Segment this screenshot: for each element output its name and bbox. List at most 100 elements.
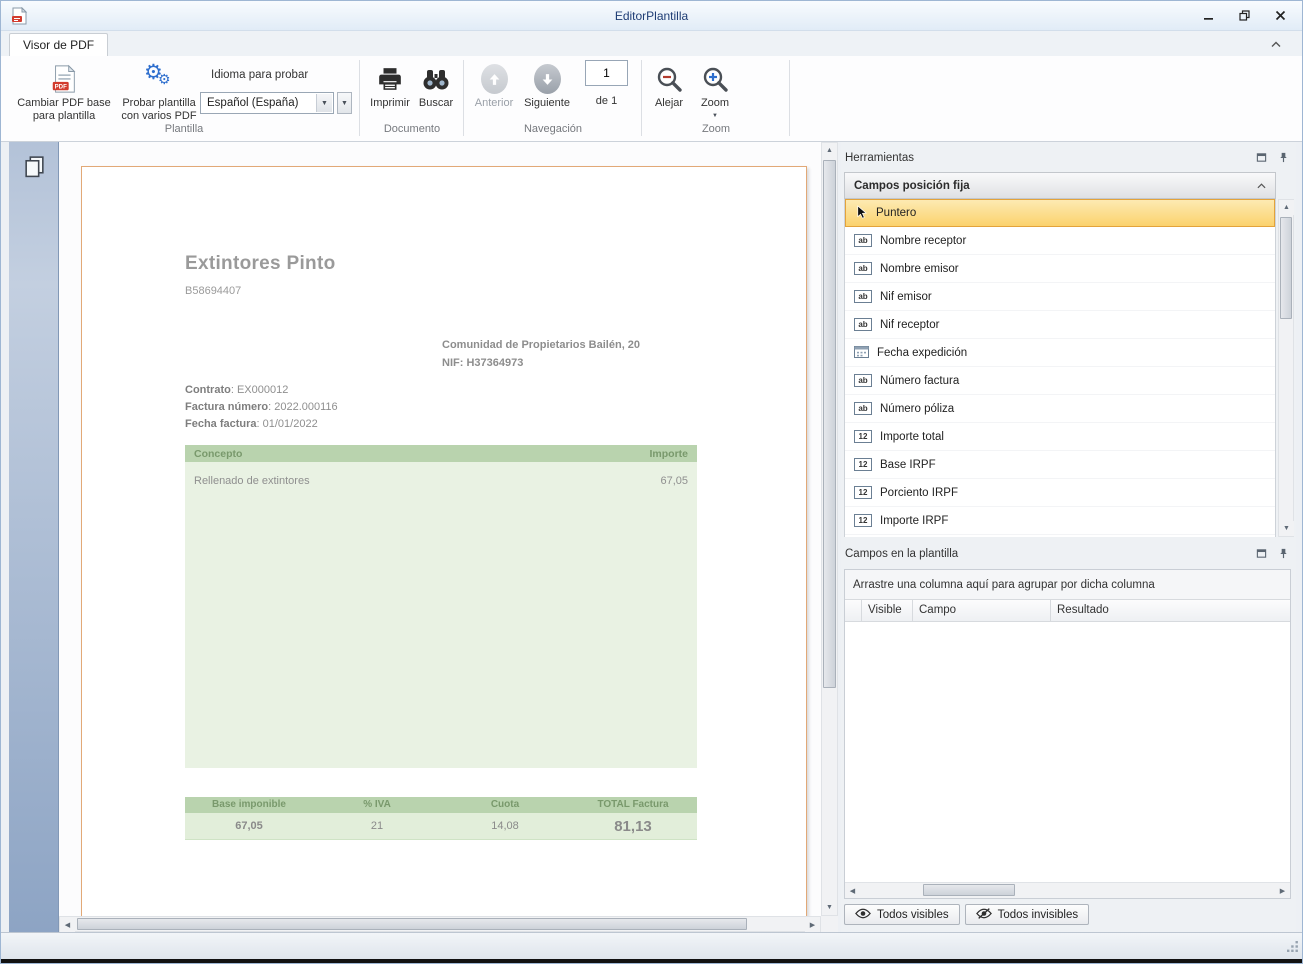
- tool-item-label: Número factura: [880, 375, 959, 387]
- tool-item-label: Base IRPF: [880, 459, 936, 471]
- pdf-canvas[interactable]: Extintores Pinto B58694407 Comunidad de …: [59, 142, 821, 916]
- tool-item-nombre-receptor[interactable]: ab Nombre receptor: [845, 227, 1275, 255]
- pages-icon[interactable]: [22, 154, 47, 182]
- next-page-label: Siguiente: [524, 97, 570, 110]
- page-number-input[interactable]: [585, 60, 628, 86]
- tool-item-nif-emisor[interactable]: ab Nif emisor: [845, 283, 1275, 311]
- tool-item-base-irpf[interactable]: 12 Base IRPF: [845, 451, 1275, 479]
- test-template-button[interactable]: ⚙⚙ Probar plantilla con varios PDF: [113, 59, 205, 125]
- tab-visor-de-pdf[interactable]: Visor de PDF: [9, 33, 108, 56]
- column-header-visible[interactable]: Visible: [862, 600, 913, 621]
- next-page-button[interactable]: Siguiente: [520, 59, 574, 125]
- calendar-icon: [854, 345, 869, 361]
- fields-grid-body[interactable]: [845, 622, 1290, 882]
- print-label: Imprimir: [370, 97, 410, 110]
- thumbnail-strip[interactable]: [9, 142, 59, 932]
- previous-page-label: Anterior: [475, 97, 514, 110]
- pdf-vscroll-thumb[interactable]: [823, 160, 836, 688]
- fields-grid: Arrastre una columna aquí para agrupar p…: [844, 569, 1291, 899]
- tool-item-label: Importe IRPF: [880, 515, 948, 527]
- fields-panel-title: Campos en la plantilla: [845, 544, 958, 564]
- titlebar: EditorPlantilla: [1, 1, 1302, 31]
- scroll-left-icon[interactable]: ◀: [845, 883, 860, 898]
- tool-item-label: Puntero: [876, 207, 916, 219]
- fields-horizontal-scrollbar[interactable]: ◀ ▶: [845, 882, 1290, 898]
- invoice-number-line: Factura número: 2022.000116: [185, 401, 338, 413]
- scroll-left-icon[interactable]: ◀: [60, 917, 75, 932]
- group-label-documento: Documento: [362, 123, 462, 135]
- tools-vscroll-thumb[interactable]: [1280, 217, 1292, 319]
- invoice-totals-header: Base imponible % IVA Cuota TOTAL Factura: [185, 797, 697, 813]
- tool-item-nombre-emisor[interactable]: ab Nombre emisor: [845, 255, 1275, 283]
- scroll-up-icon[interactable]: ▲: [822, 143, 837, 158]
- zoom-out-button[interactable]: Alejar: [646, 59, 692, 125]
- change-base-pdf-label: Cambiar PDF base para plantilla: [14, 97, 114, 123]
- zoom-out-label: Alejar: [655, 97, 683, 110]
- scroll-up-icon[interactable]: ▲: [1279, 200, 1294, 215]
- scroll-down-icon[interactable]: ▼: [1279, 521, 1294, 536]
- tool-item-importe-irpf[interactable]: 12 Importe IRPF: [845, 507, 1275, 535]
- pin-icon[interactable]: [1276, 150, 1290, 164]
- search-button[interactable]: Buscar: [413, 59, 459, 125]
- arrow-up-circle-icon: [481, 64, 508, 94]
- all-visible-label: Todos visibles: [877, 909, 949, 921]
- zoom-label: Zoom: [701, 97, 729, 110]
- tool-item-numero-factura[interactable]: ab Número factura: [845, 367, 1275, 395]
- ribbon-collapse-icon[interactable]: [1266, 37, 1286, 51]
- group-separator: [641, 60, 642, 136]
- pdf-page[interactable]: Extintores Pinto B58694407 Comunidad de …: [81, 166, 807, 916]
- scroll-right-icon[interactable]: ▶: [805, 917, 820, 932]
- tool-item-nif-receptor[interactable]: ab Nif receptor: [845, 311, 1275, 339]
- minimize-button[interactable]: [1196, 6, 1220, 24]
- all-invisible-button[interactable]: Todos invisibles: [965, 904, 1090, 925]
- tool-item-fecha-expedicion[interactable]: Fecha expedición: [845, 339, 1275, 367]
- scrollbar-corner: [821, 916, 838, 932]
- resize-grip[interactable]: [1286, 940, 1299, 956]
- group-separator: [789, 60, 790, 136]
- group-by-drop-area[interactable]: Arrastre una columna aquí para agrupar p…: [845, 570, 1290, 600]
- textfield-icon: ab: [854, 402, 872, 415]
- tool-item-importe-total[interactable]: 12 Importe total: [845, 423, 1275, 451]
- column-header-campo[interactable]: Campo: [913, 600, 1051, 621]
- tool-item-numero-poliza[interactable]: ab Número póliza: [845, 395, 1275, 423]
- language-select-value: Español (España): [207, 97, 298, 109]
- column-header-resultado[interactable]: Resultado: [1051, 600, 1290, 621]
- language-select[interactable]: Español (España) ▼: [200, 92, 334, 114]
- pin-icon[interactable]: [1276, 546, 1290, 560]
- svg-text:PDF: PDF: [55, 83, 67, 90]
- language-dropdown-button[interactable]: ▼: [337, 92, 352, 114]
- float-panel-icon[interactable]: [1254, 546, 1268, 560]
- previous-page-button[interactable]: Anterior: [469, 59, 519, 125]
- pdf-hscroll-thumb[interactable]: [77, 918, 747, 930]
- float-panel-icon[interactable]: [1254, 150, 1268, 164]
- language-label: Idioma para probar: [211, 69, 308, 81]
- all-visible-button[interactable]: Todos visibles: [844, 904, 960, 925]
- tools-panel-title: Herramientas: [845, 148, 914, 168]
- number-icon: 12: [854, 514, 872, 527]
- change-base-pdf-button[interactable]: PDF Cambiar PDF base para plantilla: [13, 59, 115, 125]
- zoom-in-button[interactable]: Zoom ▼: [692, 59, 738, 125]
- pdf-horizontal-scrollbar[interactable]: ◀ ▶: [59, 916, 821, 932]
- scroll-down-icon[interactable]: ▼: [822, 900, 837, 915]
- fields-panel-buttons: Todos visibles Todos invisibles: [844, 904, 1089, 925]
- tools-vertical-scrollbar[interactable]: ▲ ▼: [1278, 199, 1294, 537]
- invoice-company-id: B58694407: [185, 285, 241, 297]
- tab-row: Visor de PDF: [1, 31, 1302, 56]
- status-bar: [1, 932, 1302, 959]
- row-indicator-column-header: [845, 600, 862, 621]
- tool-item-label: Fecha expedición: [877, 347, 967, 359]
- tool-item-porciento-irpf[interactable]: 12 Porciento IRPF: [845, 479, 1275, 507]
- totals-header-cell: % IVA: [313, 797, 441, 813]
- magnifier-plus-icon: [701, 64, 729, 94]
- print-button[interactable]: Imprimir: [367, 59, 413, 125]
- arrow-down-circle-icon: [534, 64, 561, 94]
- pdf-vertical-scrollbar[interactable]: ▲ ▼: [821, 142, 838, 916]
- tool-item-puntero[interactable]: Puntero: [845, 199, 1275, 227]
- fields-hscroll-thumb[interactable]: [923, 884, 1015, 896]
- fixed-position-fields-group[interactable]: Campos posición fija: [844, 172, 1276, 199]
- tools-list: Puntero ab Nombre receptor ab Nombre emi…: [844, 199, 1276, 537]
- scroll-right-icon[interactable]: ▶: [1275, 883, 1290, 898]
- maximize-button[interactable]: [1232, 6, 1256, 24]
- fields-grid-header: Visible Campo Resultado: [845, 600, 1290, 622]
- close-button[interactable]: [1268, 6, 1292, 24]
